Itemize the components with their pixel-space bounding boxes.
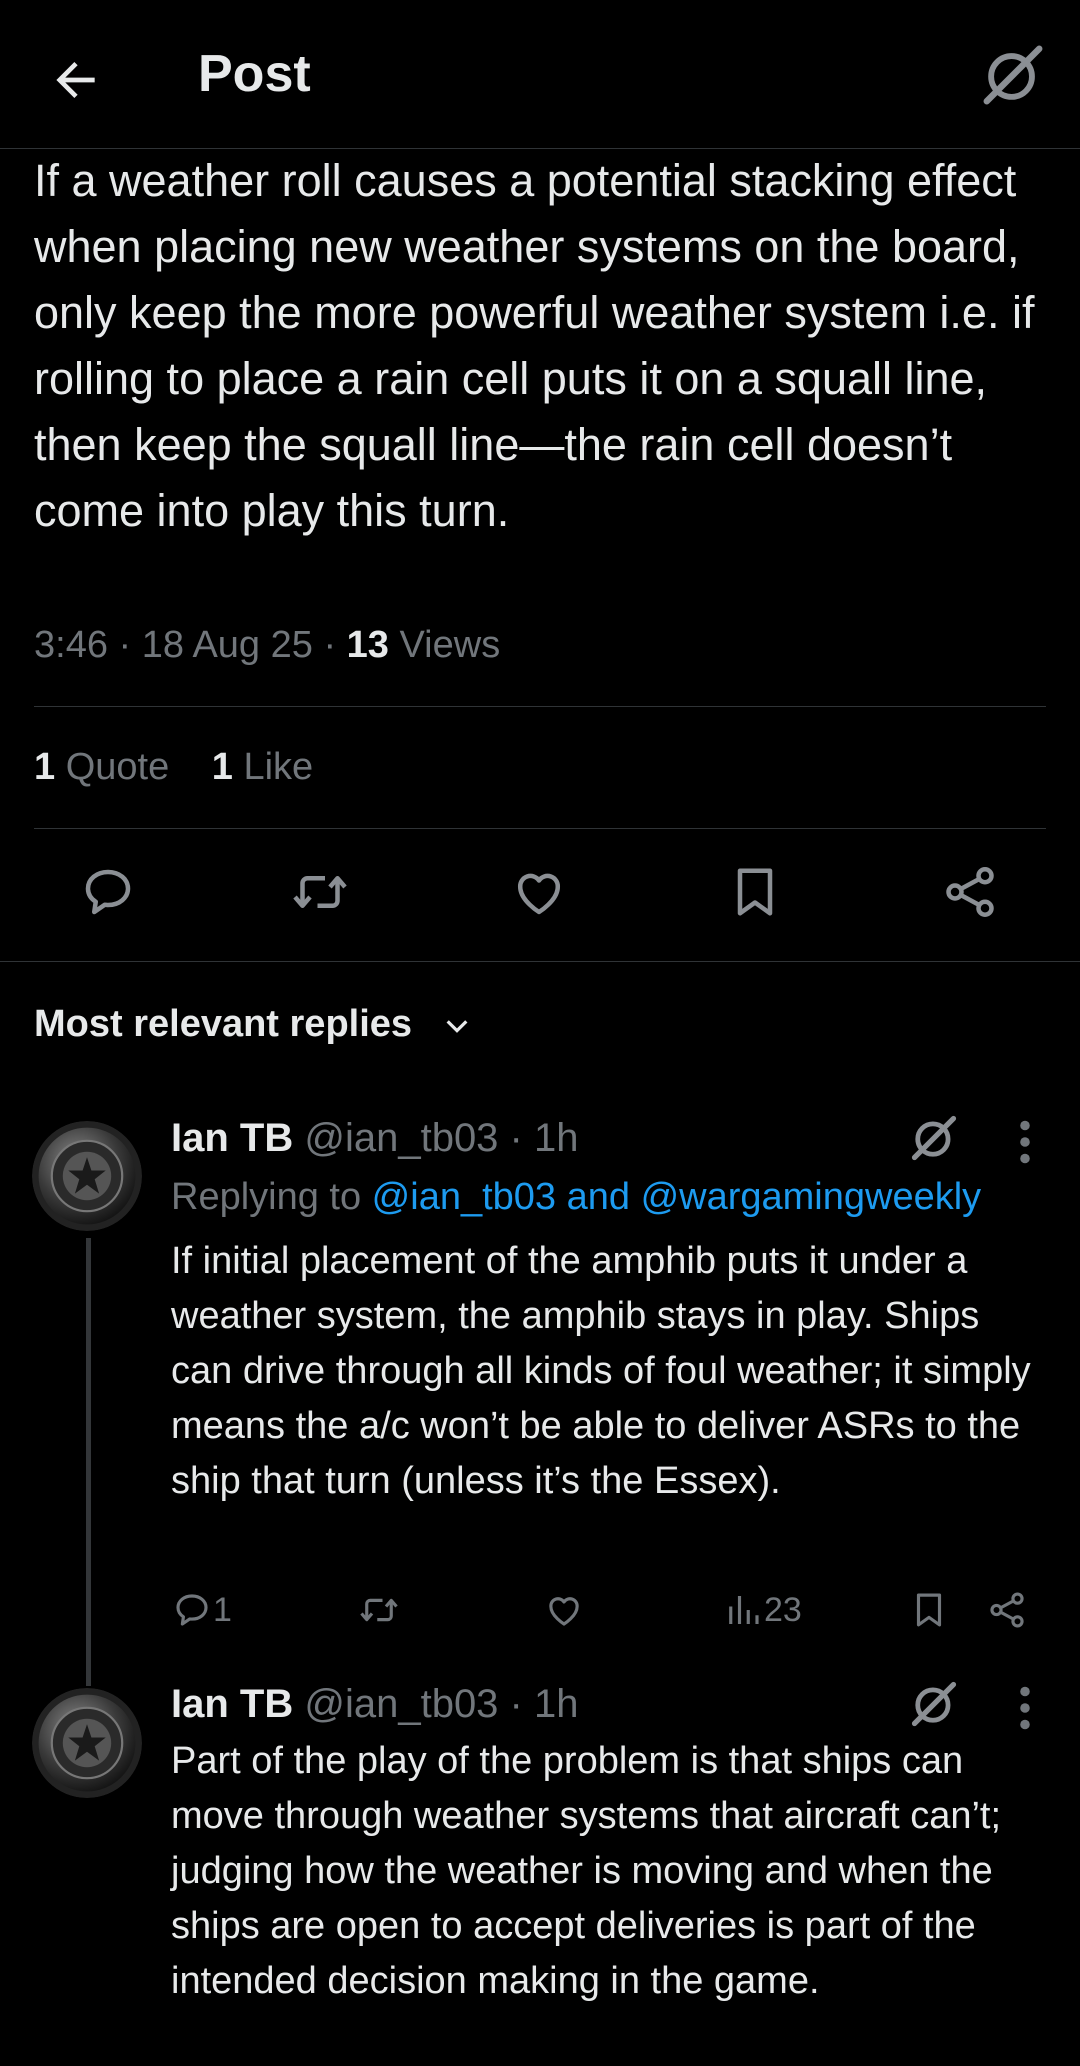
- grok-icon[interactable]: [978, 40, 1048, 110]
- reply-icon: [176, 1594, 208, 1626]
- divider: [0, 961, 1080, 962]
- repost-icon[interactable]: [290, 862, 350, 922]
- view-count: 23: [764, 1590, 802, 1629]
- post-text: If a weather roll causes a potential sta…: [34, 155, 1035, 536]
- reply-text: Part of the play of the problem is that …: [171, 1740, 1002, 2002]
- replies-sort-label: Most relevant replies: [34, 1003, 413, 1045]
- replying-to: Replying to @ian_tb03 and @wargamingweek…: [171, 1176, 982, 1218]
- views-label: Views: [388, 624, 501, 666]
- post-stats: 1 Quote 1 Like: [34, 746, 345, 789]
- like-icon[interactable]: [509, 862, 569, 922]
- quotes-stat[interactable]: 1 Quote: [34, 746, 169, 788]
- repost-icon: [360, 1598, 398, 1622]
- likes-stat[interactable]: 1 Like: [212, 746, 313, 788]
- reply-handle[interactable]: @ian_tb03 · 1h: [293, 1116, 578, 1160]
- share-icon: [990, 1592, 1024, 1628]
- divider: [34, 706, 1046, 707]
- reply-text: If initial placement of the amphib puts …: [171, 1240, 1031, 1502]
- bookmark-icon: [916, 1593, 942, 1627]
- share-icon[interactable]: [940, 862, 1000, 922]
- reply-author-name[interactable]: Ian TB: [171, 1682, 293, 1726]
- avatar[interactable]: [32, 1121, 142, 1231]
- more-icon[interactable]: [1018, 1686, 1032, 1730]
- post-actions: [0, 862, 1080, 932]
- more-icon[interactable]: [1018, 1120, 1032, 1164]
- reply-icon[interactable]: [78, 862, 138, 922]
- post-meta: 3:46 · 18 Aug 25 · 13 Views: [34, 624, 500, 667]
- views-icon: [729, 1596, 759, 1624]
- reply-author-name[interactable]: Ian TB: [171, 1116, 293, 1160]
- avatar[interactable]: [32, 1688, 142, 1798]
- reply-repost-button[interactable]: [358, 1586, 400, 1634]
- reply-bookmark-button[interactable]: [908, 1586, 950, 1634]
- reply-header: Ian TB @ian_tb03 · 1h: [171, 1116, 578, 1161]
- back-arrow-icon[interactable]: [48, 52, 104, 108]
- like-icon: [549, 1597, 579, 1626]
- grok-icon[interactable]: [908, 1112, 960, 1164]
- thread-line: [86, 1238, 91, 1686]
- post-time: 3:46 · 18 Aug 25 ·: [34, 624, 347, 666]
- page-title: Post: [198, 45, 311, 103]
- reply-views-button[interactable]: 23: [722, 1586, 802, 1634]
- top-bar: Post: [0, 0, 1080, 149]
- views-count[interactable]: 13: [347, 624, 389, 666]
- chevron-down-icon: [446, 1020, 468, 1033]
- reply-share-button[interactable]: [986, 1586, 1028, 1634]
- divider: [34, 828, 1046, 829]
- reply-count: 1: [213, 1590, 232, 1629]
- grok-icon[interactable]: [908, 1678, 960, 1730]
- reply-reply-button[interactable]: 1: [171, 1586, 232, 1634]
- reply-like-button[interactable]: [543, 1586, 585, 1634]
- reply-mentions[interactable]: @ian_tb03 and @wargamingweekly: [372, 1176, 981, 1218]
- bookmark-icon[interactable]: [725, 862, 785, 922]
- reply-header: Ian TB @ian_tb03 · 1h: [171, 1682, 578, 1727]
- reply-handle[interactable]: @ian_tb03 · 1h: [293, 1682, 578, 1726]
- replies-sort-dropdown[interactable]: Most relevant replies: [34, 1003, 473, 1046]
